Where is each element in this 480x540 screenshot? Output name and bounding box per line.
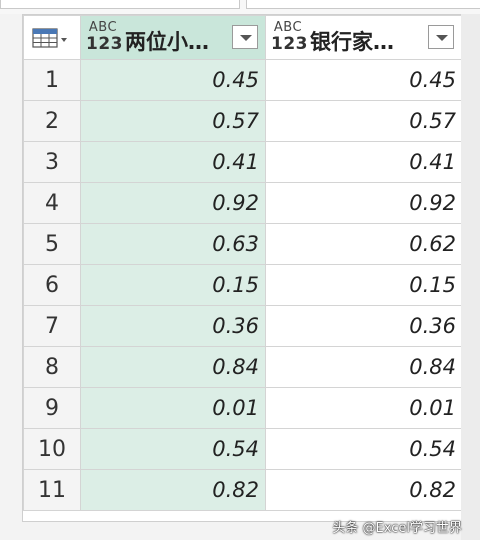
chevron-down-icon — [436, 35, 448, 41]
cell-col2[interactable]: 0.54 — [265, 428, 461, 470]
row-number[interactable]: 9 — [23, 387, 81, 429]
cell-col1[interactable]: 0.92 — [80, 182, 266, 224]
cell-col1[interactable]: 0.63 — [80, 223, 266, 265]
table-menu-button[interactable] — [23, 15, 81, 60]
top-panel-left — [0, 0, 240, 9]
row-number[interactable]: 8 — [23, 346, 81, 388]
table-row: 9 0.01 0.01 — [23, 387, 461, 429]
chevron-down-icon — [240, 35, 252, 41]
row-number[interactable]: 3 — [23, 141, 81, 183]
cell-col2[interactable]: 0.01 — [265, 387, 461, 429]
cell-col2[interactable]: 0.92 — [265, 182, 461, 224]
right-gutter — [461, 14, 480, 540]
data-grid: ABC 123 两位小… ABC 123 银行家… 1 0.45 0.45 2 … — [22, 14, 462, 522]
chevron-down-icon — [61, 38, 67, 42]
table-row: 10 0.54 0.54 — [23, 428, 461, 470]
column-header-2[interactable]: ABC 123 银行家… — [265, 15, 461, 60]
row-number[interactable]: 2 — [23, 100, 81, 142]
table-row: 1 0.45 0.45 — [23, 59, 461, 101]
table-icon — [32, 28, 67, 48]
row-number[interactable]: 6 — [23, 264, 81, 306]
cell-col1[interactable]: 0.82 — [80, 469, 266, 511]
row-number[interactable]: 1 — [23, 59, 81, 101]
table-row: 8 0.84 0.84 — [23, 346, 461, 388]
table-row: 4 0.92 0.92 — [23, 182, 461, 224]
table-row: 5 0.63 0.62 — [23, 223, 461, 265]
row-number[interactable]: 11 — [23, 469, 81, 511]
cell-col2[interactable]: 0.62 — [265, 223, 461, 265]
column-name-1: 两位小… — [125, 30, 209, 54]
row-number[interactable]: 4 — [23, 182, 81, 224]
cell-col1[interactable]: 0.36 — [80, 305, 266, 347]
cell-col1[interactable]: 0.41 — [80, 141, 266, 183]
cell-col1[interactable]: 0.01 — [80, 387, 266, 429]
any-type-icon[interactable]: ABC 123 — [271, 20, 308, 53]
any-type-icon[interactable]: ABC 123 — [86, 20, 123, 53]
top-panel-right — [246, 0, 480, 9]
column-header-1[interactable]: ABC 123 两位小… — [80, 15, 266, 60]
cell-col1[interactable]: 0.45 — [80, 59, 266, 101]
cell-col2[interactable]: 0.45 — [265, 59, 461, 101]
table-row: 7 0.36 0.36 — [23, 305, 461, 347]
cell-col2[interactable]: 0.84 — [265, 346, 461, 388]
top-strip — [0, 0, 480, 14]
row-number[interactable]: 7 — [23, 305, 81, 347]
table-row: 11 0.82 0.82 — [23, 469, 461, 511]
table-row: 3 0.41 0.41 — [23, 141, 461, 183]
column-name-2: 银行家… — [310, 30, 394, 54]
cell-col2[interactable]: 0.82 — [265, 469, 461, 511]
cell-col2[interactable]: 0.36 — [265, 305, 461, 347]
row-number[interactable]: 10 — [23, 428, 81, 470]
cell-col1[interactable]: 0.57 — [80, 100, 266, 142]
watermark: 头条 @Excel学习世界 — [332, 521, 462, 536]
cell-col2[interactable]: 0.15 — [265, 264, 461, 306]
preview-table: ABC 123 两位小… ABC 123 银行家… 1 0.45 0.45 2 … — [23, 15, 461, 511]
cell-col1[interactable]: 0.84 — [80, 346, 266, 388]
cell-col2[interactable]: 0.41 — [265, 141, 461, 183]
cell-col2[interactable]: 0.57 — [265, 100, 461, 142]
row-number[interactable]: 5 — [23, 223, 81, 265]
cell-col1[interactable]: 0.15 — [80, 264, 266, 306]
column-2-filter-button[interactable] — [428, 25, 454, 49]
table-row: 2 0.57 0.57 — [23, 100, 461, 142]
column-1-filter-button[interactable] — [232, 25, 258, 49]
cell-col1[interactable]: 0.54 — [80, 428, 266, 470]
table-row: 6 0.15 0.15 — [23, 264, 461, 306]
